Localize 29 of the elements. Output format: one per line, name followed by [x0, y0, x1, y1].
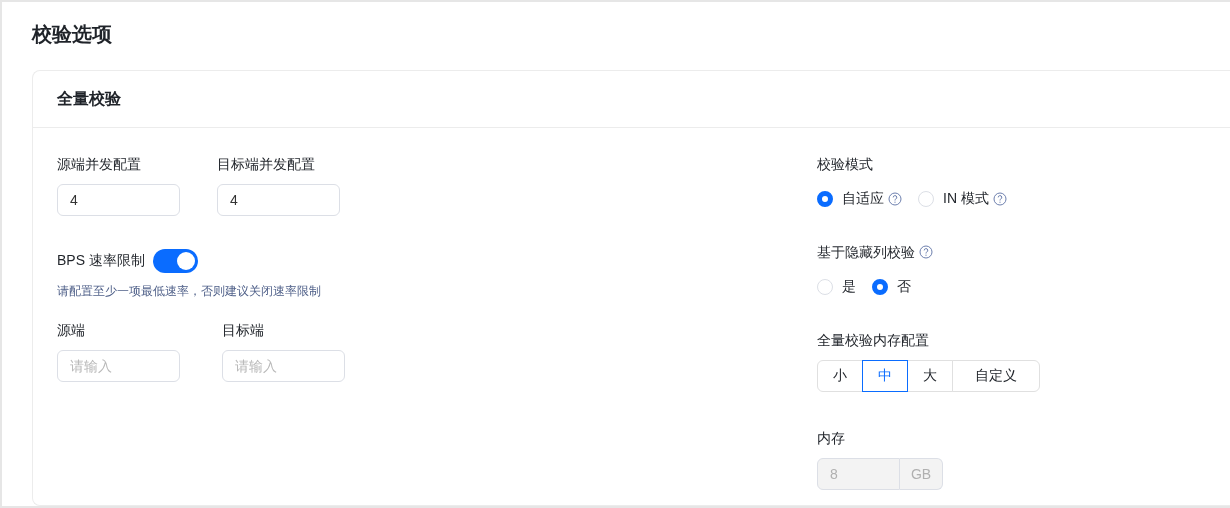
input-field[interactable]: 请输入 [57, 350, 180, 382]
card-title: 全量校验 [57, 88, 121, 109]
radio-option[interactable]: 自适应 [817, 190, 902, 208]
radio-option[interactable]: 是 [817, 278, 856, 296]
segment-button[interactable]: 自定义 [952, 360, 1040, 392]
toggle-switch[interactable] [152, 249, 198, 273]
hint-text: 请配置至少一项最低速率，否则建议关闭速率限制 [57, 283, 322, 300]
help-icon[interactable] [992, 192, 1007, 206]
unit-label: GB [900, 458, 943, 490]
radio-option[interactable]: 否 [872, 278, 911, 296]
radio-option[interactable]: IN 模式 [918, 190, 1007, 208]
field-label: 全量校验内存配置 [817, 331, 929, 350]
field-label: 目标端 [222, 321, 265, 340]
field-label: 目标端并发配置 [217, 155, 316, 174]
input-field[interactable]: 4 [217, 184, 340, 216]
segment-button[interactable]: 中 [862, 360, 908, 392]
field-label: 内存 [817, 429, 845, 448]
page-title: 校验选项 [32, 22, 113, 47]
field-label: 源端并发配置 [57, 155, 142, 174]
toggle-label: BPS 速率限制 [57, 252, 145, 270]
input-field[interactable]: 请输入 [222, 350, 345, 382]
segment-button[interactable]: 小 [817, 360, 863, 392]
input-field[interactable]: 4 [57, 184, 180, 216]
help-icon[interactable] [888, 192, 902, 206]
field-label: 基于隐藏列校验 [817, 243, 915, 262]
field-label: 校验模式 [817, 155, 873, 174]
segment-button[interactable]: 大 [907, 360, 953, 392]
help-icon[interactable] [919, 245, 933, 259]
field-label: 源端 [57, 321, 86, 340]
